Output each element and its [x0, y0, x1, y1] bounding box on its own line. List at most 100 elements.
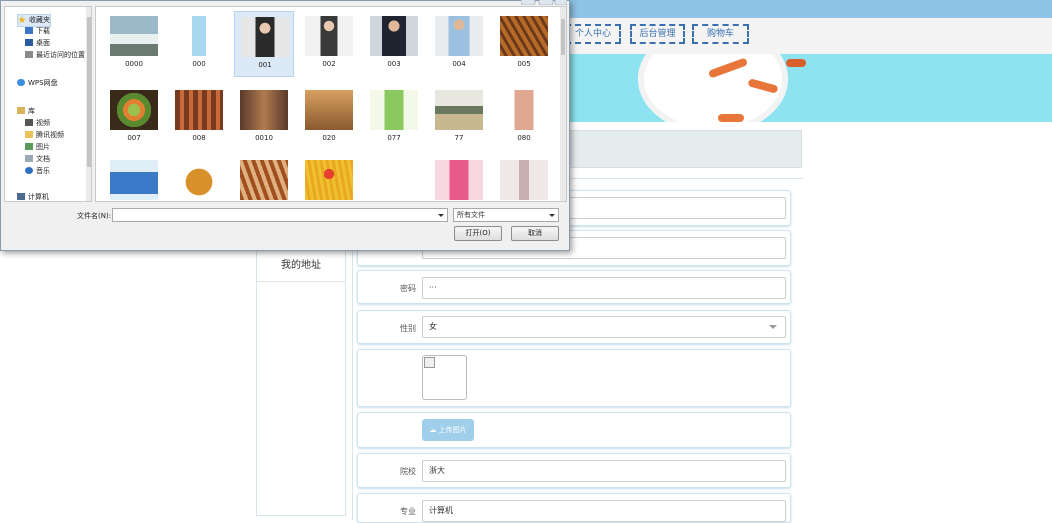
- file-name-label: 008: [192, 134, 206, 142]
- filename-label: 文件名(N):: [77, 212, 112, 220]
- filename-input[interactable]: [112, 208, 448, 222]
- gender-label: 性别: [400, 324, 416, 333]
- gender-select[interactable]: 女: [422, 316, 786, 338]
- tree-item-downloads[interactable]: 下载: [25, 26, 50, 37]
- library-icon: [17, 107, 25, 114]
- file-item-0250[interactable]: 0250: [299, 155, 359, 201]
- filetype-select[interactable]: 所有文件: [453, 208, 559, 222]
- gender-value: 女: [429, 322, 437, 331]
- tree-item-computer[interactable]: 计算机: [17, 192, 49, 201]
- tree-item-recent[interactable]: 最近访问的位置: [25, 50, 85, 61]
- file-item-007[interactable]: 007: [104, 85, 164, 151]
- grid-scrollbar[interactable]: [560, 7, 566, 201]
- file-item-005[interactable]: 005: [494, 11, 554, 77]
- tree-item-tencent-video[interactable]: 腾讯视频: [25, 130, 64, 141]
- music-icon: [25, 167, 33, 174]
- file-grid[interactable]: 0000 000 001 002 003 004 005 007 008 0010 020 077 77…: [95, 6, 567, 202]
- file-item-008[interactable]: 008: [169, 85, 229, 151]
- file-thumbnail: [435, 90, 483, 130]
- nav-personal-center[interactable]: 个人中心: [565, 24, 621, 44]
- file-name-label: 002: [322, 60, 336, 68]
- file-name-label: 0000: [125, 60, 143, 68]
- chevron-down-icon: [769, 325, 777, 329]
- tree-item-music[interactable]: 音乐: [25, 166, 50, 177]
- file-thumbnail: [175, 160, 223, 200]
- image-preview: [422, 355, 467, 400]
- file-item-088[interactable]: 088: [104, 155, 164, 201]
- password-label: 密码: [400, 284, 416, 293]
- file-thumbnail: [435, 16, 483, 56]
- cloud-icon: [17, 79, 25, 86]
- tree-scrollbar[interactable]: [86, 7, 91, 201]
- school-label: 院校: [400, 467, 416, 476]
- file-thumbnail: [240, 90, 288, 130]
- form-row-school: 院校 浙大: [357, 453, 791, 488]
- file-item-200[interactable]: 200: [234, 155, 294, 201]
- file-item-004[interactable]: 004: [429, 11, 489, 77]
- file-item-360[interactable]: 360: [429, 155, 489, 201]
- file-name-label: 007: [127, 134, 141, 142]
- file-name-label: 004: [452, 60, 466, 68]
- file-item-020[interactable]: 020: [299, 85, 359, 151]
- file-open-dialog: 收藏夹 下载 桌面 最近访问的位置 WPS网盘 库 视频 腾讯视频 图片 文档: [0, 0, 570, 251]
- tree-item-desktop[interactable]: 桌面: [25, 38, 50, 49]
- recent-places-icon: [25, 51, 33, 58]
- school-input[interactable]: 浙大: [422, 460, 786, 482]
- file-thumbnail: [500, 16, 548, 56]
- folder-icon: [25, 131, 33, 138]
- cancel-button[interactable]: 取消: [511, 226, 559, 241]
- major-label: 专业: [400, 507, 416, 516]
- picture-icon: [25, 143, 33, 150]
- tree-item-libraries[interactable]: 库: [17, 106, 35, 117]
- file-thumbnail: [175, 16, 223, 56]
- open-button[interactable]: 打开(O): [454, 226, 502, 241]
- file-item-100[interactable]: 100: [169, 155, 229, 201]
- file-thumbnail: [240, 160, 288, 200]
- form-row-gender: 性别 女: [357, 310, 791, 344]
- file-item-77[interactable]: 77: [429, 85, 489, 151]
- file-thumbnail: [175, 90, 223, 130]
- file-name-label: 005: [517, 60, 531, 68]
- file-thumbnail: [500, 160, 548, 200]
- file-name-label: 003: [387, 60, 401, 68]
- form-row-image: [357, 349, 791, 407]
- download-folder-icon: [25, 27, 33, 34]
- tree-item-documents[interactable]: 文档: [25, 154, 50, 165]
- file-thumbnail: [500, 90, 548, 130]
- file-item-0010[interactable]: 0010: [234, 85, 294, 151]
- file-thumbnail: [435, 160, 483, 200]
- file-name-label: 77: [454, 134, 464, 142]
- file-item-001[interactable]: 001: [234, 11, 294, 77]
- file-item-0000[interactable]: 0000: [104, 11, 164, 77]
- file-name-label: 001: [258, 61, 272, 69]
- tree-item-wps[interactable]: WPS网盘: [17, 78, 58, 89]
- folder-tree[interactable]: 收藏夹 下载 桌面 最近访问的位置 WPS网盘 库 视频 腾讯视频 图片 文档: [4, 6, 92, 202]
- file-item-785[interactable]: 785: [494, 155, 554, 201]
- file-name-label: 077: [387, 134, 401, 142]
- nav-cart[interactable]: 购物车: [692, 24, 749, 44]
- file-item-077[interactable]: 077: [364, 85, 424, 151]
- file-name-label: 0010: [255, 134, 273, 142]
- window-controls: [521, 0, 567, 5]
- file-item-333[interactable]: 333: [364, 155, 424, 201]
- chevron-down-icon: [438, 214, 444, 217]
- form-row-password: 密码 ···: [357, 270, 791, 304]
- upload-image-button[interactable]: ☁ 上传图片: [422, 419, 474, 441]
- file-thumbnail: [110, 90, 158, 130]
- file-item-080[interactable]: 080: [494, 85, 554, 151]
- file-item-003[interactable]: 003: [364, 11, 424, 77]
- banner-image: [568, 54, 1052, 122]
- tree-item-pictures[interactable]: 图片: [25, 142, 50, 153]
- cloud-upload-icon: ☁: [429, 426, 437, 434]
- file-thumbnail: [305, 16, 353, 56]
- file-item-002[interactable]: 002: [299, 11, 359, 77]
- sidebar-item-my-address[interactable]: 我的地址: [257, 251, 345, 282]
- file-thumbnail: [305, 90, 353, 130]
- desktop-icon: [25, 39, 33, 46]
- nav-admin[interactable]: 后台管理: [630, 24, 685, 44]
- file-item-000[interactable]: 000: [169, 11, 229, 77]
- star-icon: [18, 16, 26, 23]
- password-input[interactable]: ···: [422, 277, 786, 299]
- tree-item-videos[interactable]: 视频: [25, 118, 50, 129]
- document-icon: [25, 155, 33, 162]
